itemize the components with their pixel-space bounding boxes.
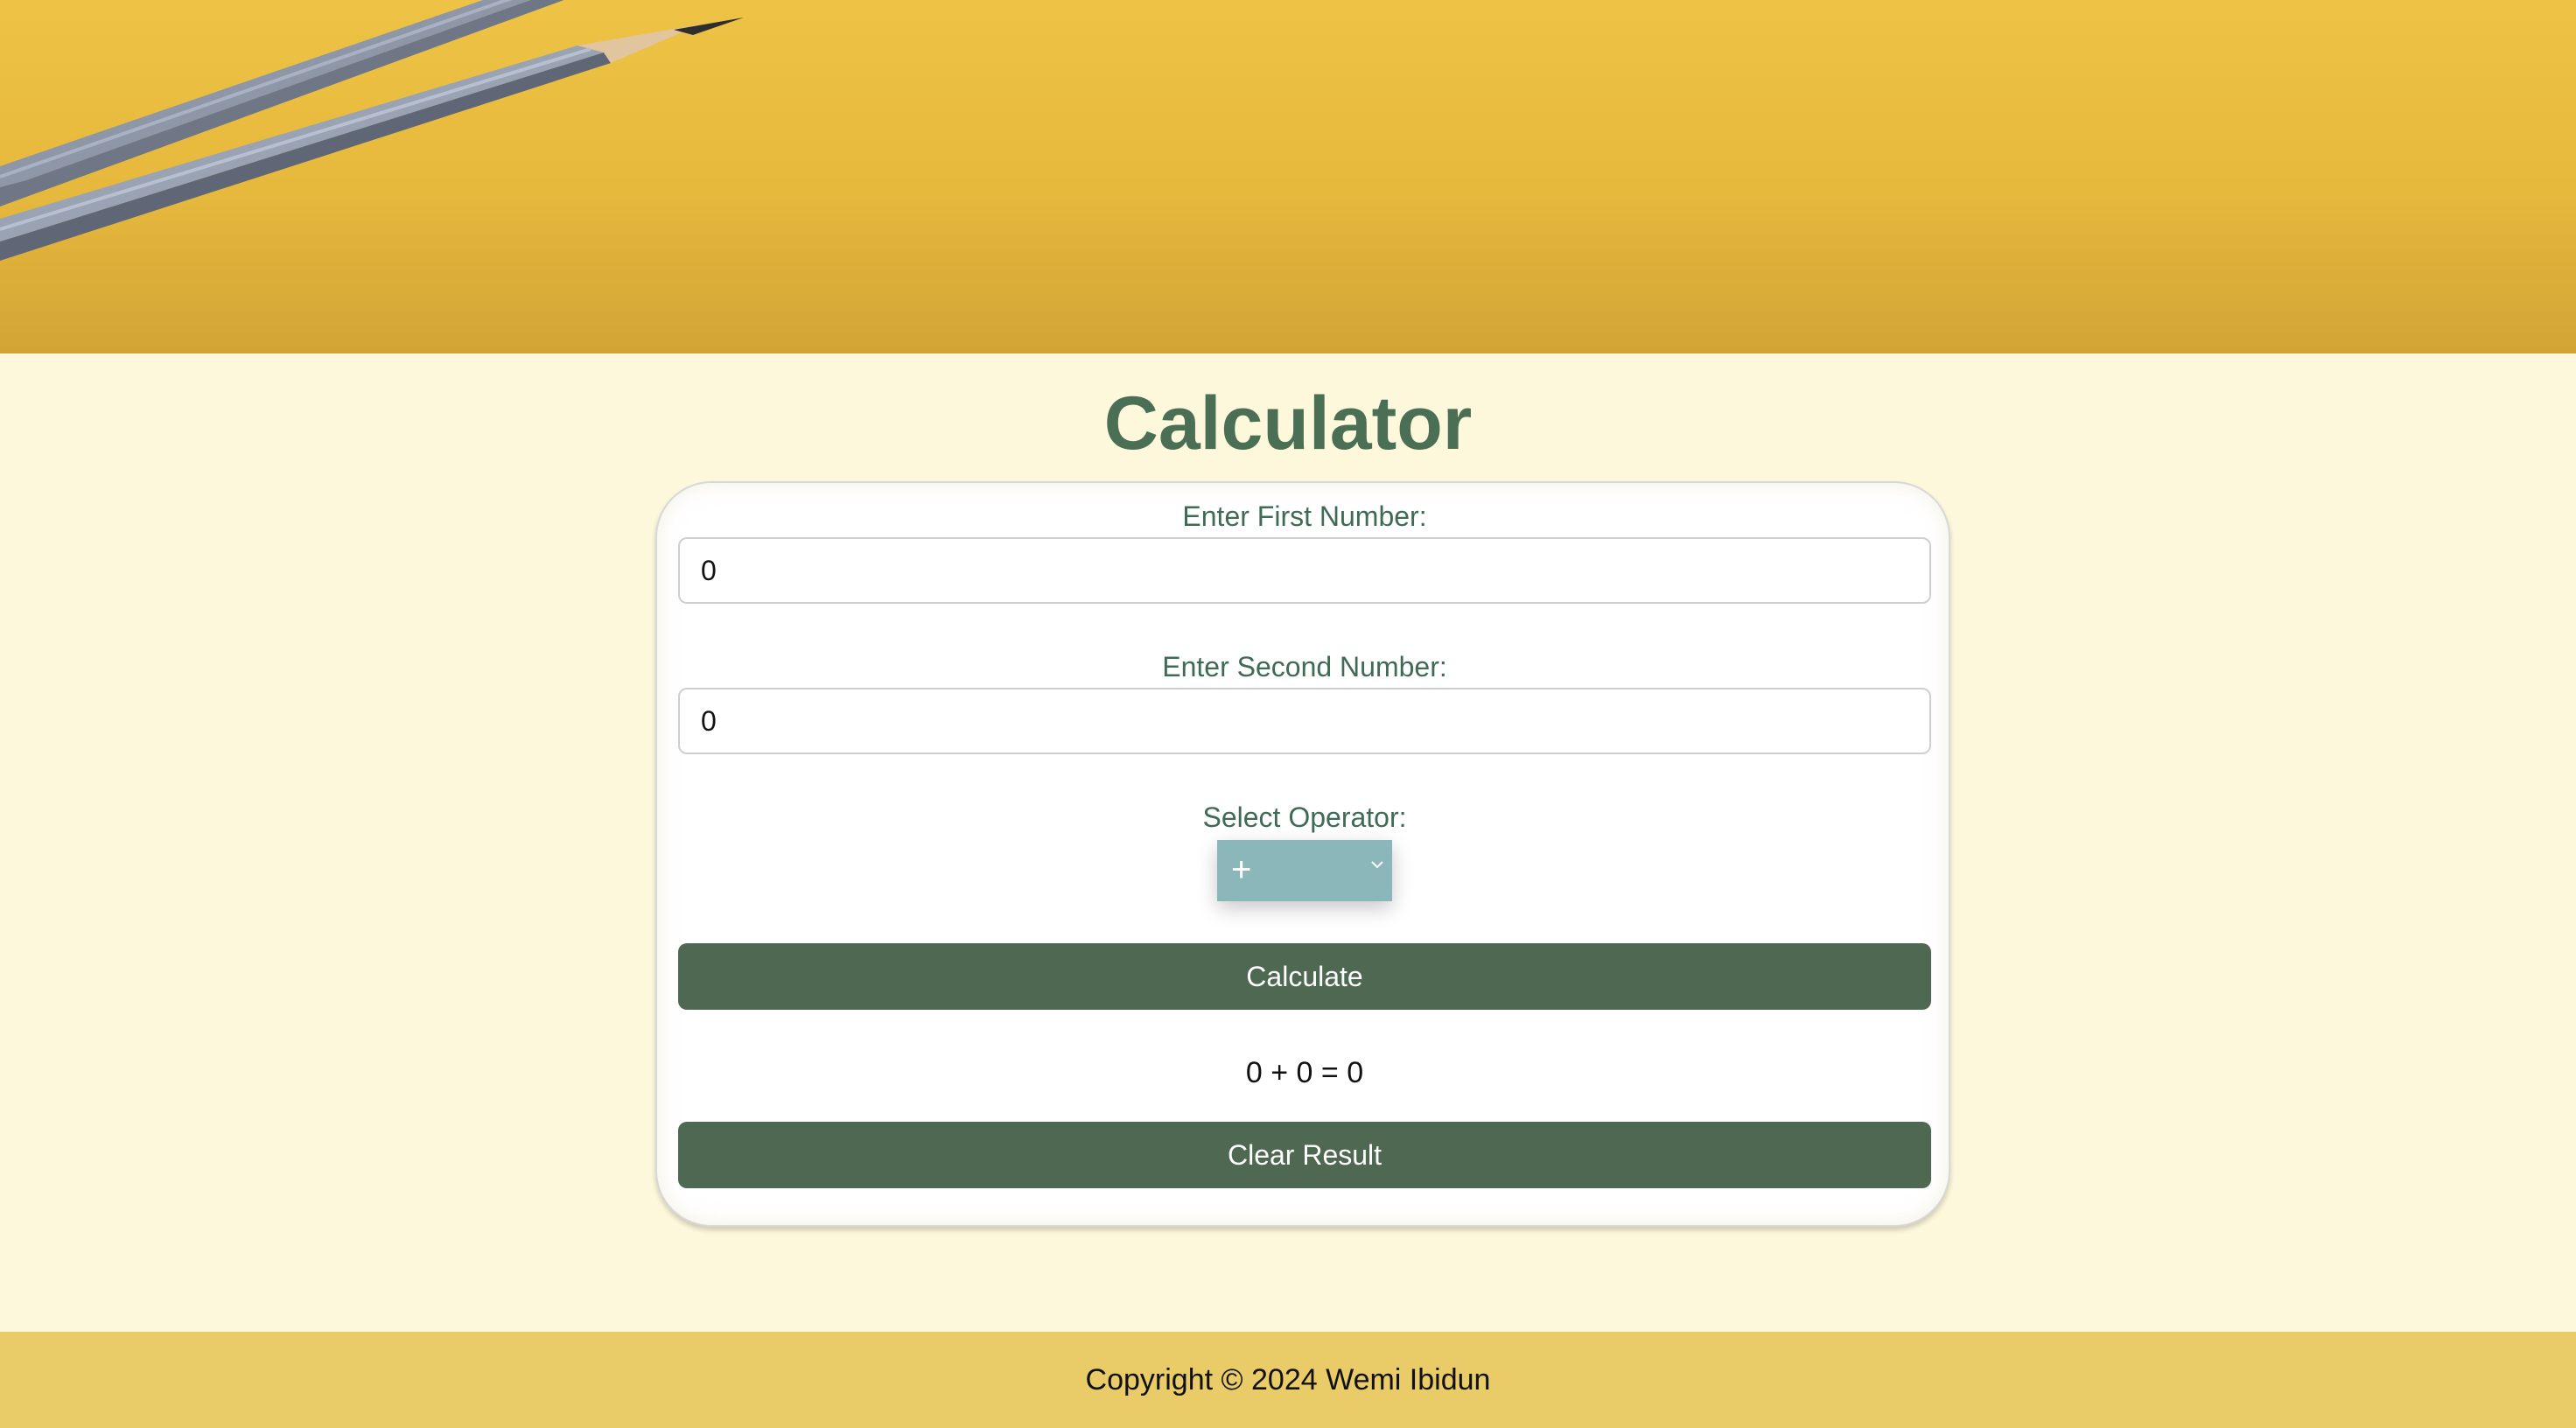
operator-label: Select Operator: — [1202, 802, 1407, 833]
operator-select[interactable]: + — [1217, 840, 1392, 901]
first-number-input[interactable] — [678, 537, 1931, 604]
operator-value: + — [1231, 850, 1252, 889]
page-title: Calculator — [1103, 382, 1473, 466]
clear-result-button[interactable]: Clear Result — [678, 1122, 1931, 1188]
chevron-down-icon — [1371, 861, 1383, 869]
result-text: 0 + 0 = 0 — [1245, 1056, 1364, 1089]
pencils-image — [0, 0, 744, 261]
first-number-label: Enter First Number: — [1182, 500, 1427, 532]
calculator-card: Enter First Number: Enter Second Number:… — [655, 481, 1950, 1227]
calculate-button[interactable]: Calculate — [678, 943, 1931, 1010]
header-banner — [0, 0, 2576, 354]
footer: Copyright © 2024 Wemi Ibidun — [0, 1332, 2576, 1428]
second-number-input[interactable] — [678, 688, 1931, 754]
copyright-text: Copyright © 2024 Wemi Ibidun — [1085, 1363, 1491, 1396]
second-number-label: Enter Second Number: — [1162, 651, 1447, 682]
